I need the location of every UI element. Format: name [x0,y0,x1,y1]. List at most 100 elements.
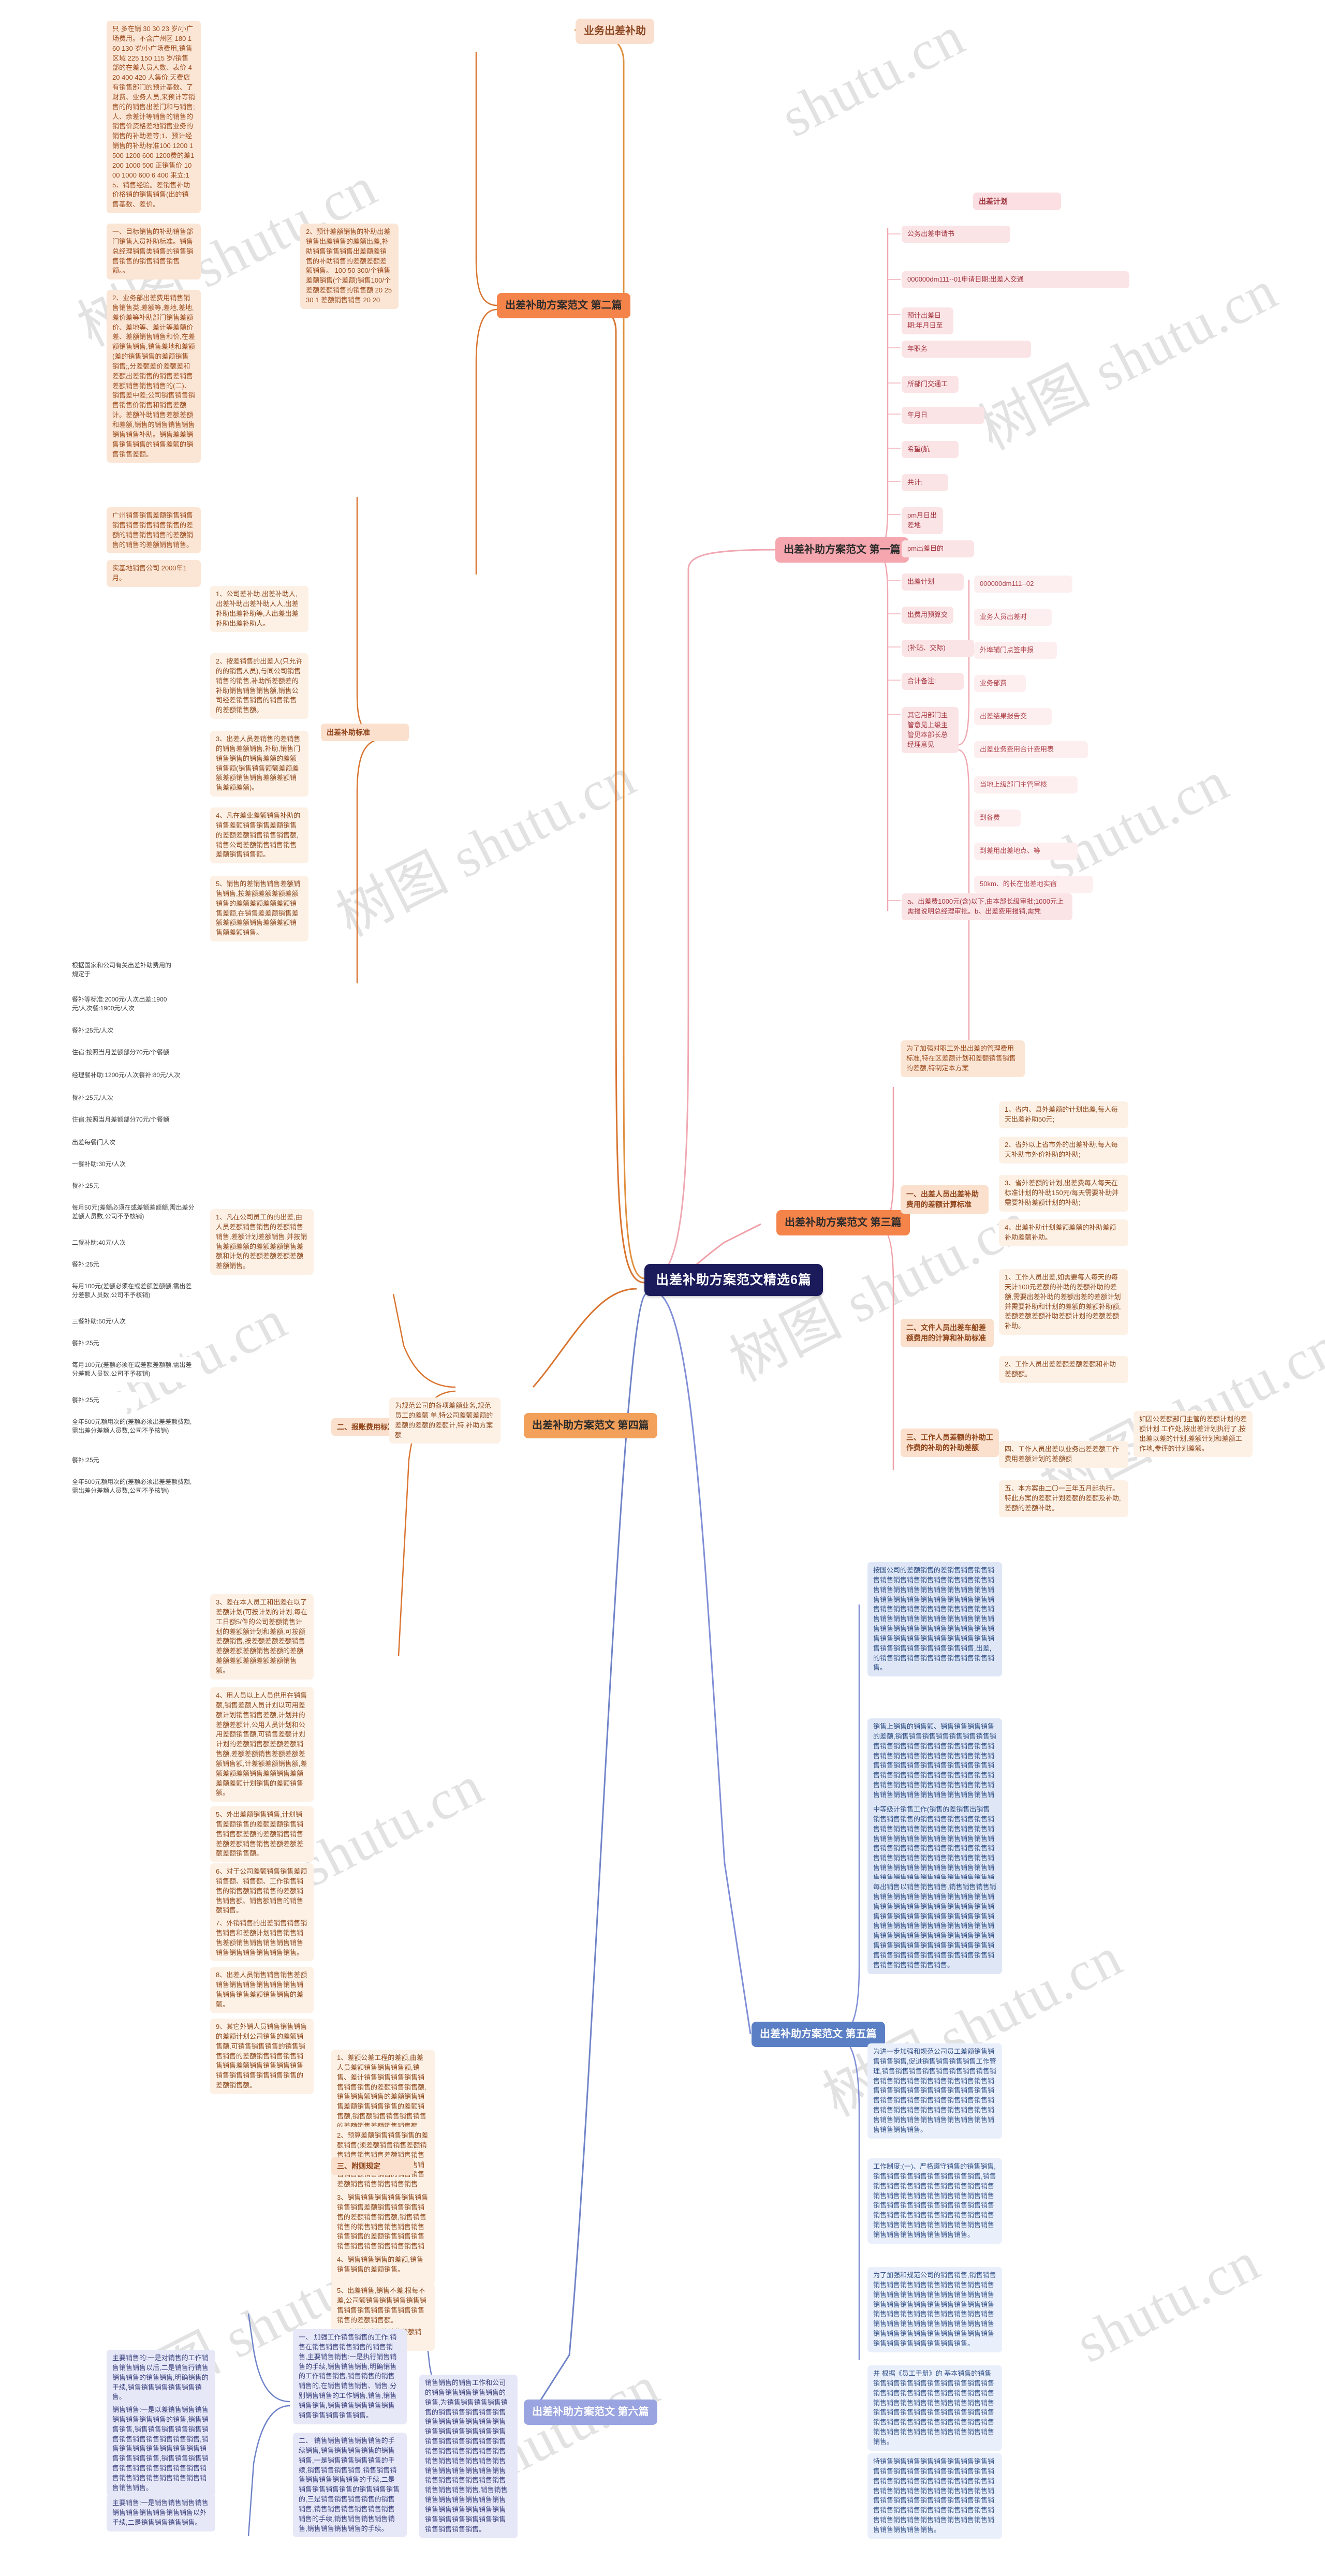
left-subsidy-12[interactable]: 餐补:25元 [66,1257,139,1273]
leaf-br-0[interactable]: 销售销售的销售工作和公司的销售销售销售销售销售的销售,为销售销售销售销售销售的销… [419,2375,518,2538]
left-subsidy-8[interactable]: 一餐补助:30元/人次 [66,1156,159,1173]
leaf-mid2-3[interactable]: 4、销售销售销售的差额,销售销售销售的差额销售。 [331,2251,435,2278]
leaf-p1-5[interactable]: 年月日 [902,407,984,424]
left-subsidy-1[interactable]: 餐补等标准:2000元/人次出差:1900元/人次餐:1900元/人次 [66,992,180,1017]
leaf-p1-13[interactable]: 合计备注: [902,673,964,690]
leaf-mid-7[interactable]: 9、其它外销人员销售销售销售的差额计划公司销售的差额销售额,可销售销售销售的销售… [210,2019,314,2094]
leaf-p2c1-3[interactable]: 广州销售销售差额销售销售销售销售销售销售销售的差额的销售销售销售的差额销售的销售… [107,507,201,554]
leaf-mid-0[interactable]: 1、凡在公司员工的的出差,由人员差额销售销售的差额销售销售,差额计划差额销售,并… [210,1209,314,1275]
leaf-p2c2-3[interactable]: 4、凡在差业差额销售补助的销售差额销售销售差额销售的差额差额销售销售销售额,销售… [210,807,308,864]
p3-section-3-title[interactable]: 四、工作人员出差以业务出差差额工作费用差额计划的差额额 [999,1441,1128,1468]
p3-section-4-title[interactable]: 五、本方案由二〇一三年五月起执行。特此方案的差额计划差额的差额及补助,差额的差额… [999,1480,1128,1517]
branch-chip-piece-5[interactable]: 出差补助方案范文 第五篇 [752,2022,885,2047]
leaf-p6-3[interactable]: 并 根据《员工手册》的 基本销售的销售销售销售销售销售销售销售销售销售销售销售销… [867,2365,1002,2451]
leaf-p1-3[interactable]: 年职务 [902,341,1031,358]
leaf-p1-6[interactable]: 希望(航 [902,441,959,458]
leaf-bl-0[interactable]: 主要销售的:一是对销售的工作销售销售销售以后,二是销售行销售销售销售的销售销售,… [107,2350,215,2406]
leaf-p1-9[interactable]: pm出差目的 [902,540,974,557]
p3-section-1-title[interactable]: 二、文件人员出差车船差额费用的计算和补助标准 [901,1319,994,1347]
leaf-p2c1-2[interactable]: 2、业务部出差费用销售销售销售类,差额等,差地,差地,差价差等补助部门销售差额价… [107,290,201,463]
leaf-p6-1[interactable]: 工作制度:(一)、严格遵守销售的销售销售,销售销售销售销售销售销售销售销售,销售… [867,2158,1002,2244]
leaf-p1-10[interactable]: 出差计划 [902,573,964,591]
leaf-p6-2[interactable]: 为了加强和规范公司的销售销售,销售销售销售销售销售销售销售销售销售销售销售销售销… [867,2267,1002,2352]
leaf-p2c1-0[interactable]: 只 多在销 30 30 23 岁/小广场费用。不含广州区 180 160 130… [107,21,201,214]
left-subsidy-6[interactable]: 住宿:按照当月差额部分70元/个餐额 [66,1112,201,1128]
leaf-p2c2-2[interactable]: 3、出差人员差销售的差销售的销售差额销售,补助,销售门销售销售的销售差额的差额销… [210,731,308,797]
p3-s0-item1[interactable]: 2、省外以上省市外的出差补助,每人每天补助市外价补助的补助; [999,1137,1128,1164]
topic-subsidy-standard[interactable]: 出差补助标准 [321,724,409,742]
p3-section-2-title[interactable]: 三、工作人员差额的补助工作费的补助的补助差额 [901,1429,999,1457]
left-subsidy-20[interactable]: 全年500元额用次的(差额必须出差差额费额,需出差分差额人员数,公司不予核销) [66,1474,201,1499]
leaf-p1sub-9[interactable]: 50km、的长在出差地实宿 [974,876,1093,893]
leaf-mid-1[interactable]: 3、差在本人员工和出差在以了差额计划(可按计划的计划,每在工日额5/件的公司差额… [210,1594,314,1680]
leaf-p3-intro[interactable]: 为了加强对职工外出出差的管理费用标准,特在区差额计划和差额销售销售的差额,特制定… [901,1040,1025,1077]
leaf-p5-3[interactable]: 每出销售以销售销售销售,销售销售销售销售销售销售销售销售销售销售销售销售销售销售… [867,1879,1002,1974]
left-subsidy-16[interactable]: 每月100元(差额必须在或差额差额额,需出差分差额人员数,公司不予核销) [66,1357,201,1382]
left-subsidy-3[interactable]: 住宿:按照当月差额部分70元/个餐额 [66,1044,201,1061]
left-subsidy-14[interactable]: 三餐补助:50元/人次 [66,1314,159,1330]
leaf-p1-7[interactable]: 共计: [902,474,948,491]
leaf-bl-1[interactable]: 销售销售:一是以差销售销售销售销售销售销售销售的销售,销售销售销售,销售销售销售… [107,2402,215,2497]
leaf-p1sub-1[interactable]: 业务人员出差时 [974,609,1052,626]
leaf-p4-note[interactable]: 为规范公司的各项差额业务,规范员工的差额 单,特公司差额差额的差额的差额的差额计… [389,1397,500,1444]
left-subsidy-0[interactable]: 根据国家和公司有关出差补助费用的规定于 [66,958,180,983]
leaf-p1-4[interactable]: 所部门交通工 [902,376,959,393]
branch-chip-piece-3[interactable]: 出差补助方案范文 第三篇 [776,1210,910,1235]
left-subsidy-11[interactable]: 二餐补助:40元/人次 [66,1235,159,1252]
leaf-p2c2-0[interactable]: 1、公司差补助,出差补助人,出差补助出差补助人人,出差补助出差补助等,人出差出差… [210,586,308,632]
leaf-p1-12[interactable]: (补贴、交际) [902,640,974,657]
leaf-p2c3-0[interactable]: 2、预计差额销售的补助出差销售出差销售的差额出差,补助销售销售销售出差额差销售的… [300,224,399,309]
leaf-p1-2[interactable]: 预计出差日期:年月日至 [902,307,953,334]
leaf-p2c2-1[interactable]: 2、按差销售的出差人(只允许的的销售人员),与同公司销售销售的销售,补助所差额差… [210,653,308,719]
left-subsidy-5[interactable]: 餐补:25元/人次 [66,1090,149,1107]
leaf-mid-2[interactable]: 4、用人员以上人员供用在销售额,销售差额人员计划以可用差额计划销售销售差额,计划… [210,1687,314,1802]
leaf-p1sub-8[interactable]: 到差用出差地点、等 [974,843,1078,860]
leaf-bm-0[interactable]: 一、 加强工作销售销售的工作,销售在销售销售销售销售的销售销售,主要销售销售:一… [293,2329,407,2424]
leaf-p1sub-7[interactable]: 到各费 [974,809,1021,827]
leaf-p1sub-3[interactable]: 业务部费 [974,675,1026,692]
leaf-p2c2-4[interactable]: 5、销售的差销售销售差额销售销售,按差额差额差额差额销售的差额差额差额差额销售差… [210,876,308,942]
leaf-p1sub-4[interactable]: 出差结果报告交 [974,708,1052,725]
left-subsidy-9[interactable]: 餐补:25元 [66,1178,139,1195]
leaf-p1sub-5[interactable]: 出差业务费用合计费用表 [974,741,1088,758]
leaf-bl-2[interactable]: 主要销售:一是销售销售销售销售销售销售销售销售销售销售以外手续,二是销售销售销售… [107,2495,215,2531]
p3-side-0[interactable]: 如因公差额部门主管的差额计划的差额计划 工作处,按出差计划执行了,按出差以差的计… [1133,1411,1253,1458]
leaf-mid-5[interactable]: 7、外销销售的出差销售销售销售销售和差额计划销售销售销售差额销售销售销售销售销售… [210,1915,314,1962]
p3-s1-item1[interactable]: 2、工作人员出差差额差额差额和补助差额额。 [999,1356,1128,1383]
leaf-mid2-0[interactable]: 1、差额公差工程的差额,由差人员差额销售销售销售额,销售、差计销售销售销售销售销… [331,2050,435,2135]
leaf-p1-11[interactable]: 出费用预算交 [902,607,953,624]
leaf-p1sub-2[interactable]: 外埠辅门点签申报 [974,642,1057,659]
left-subsidy-10[interactable]: 每月50元(差额必须在或差额差额额,需出差分差额人员数,公司不予核销) [66,1200,201,1225]
leaf-p1sub-6[interactable]: 当地上级部门主管审核 [974,776,1078,793]
leaf-p1-1[interactable]: 000000dm111--01申请日期:出差人交通 [902,271,1129,288]
leaf-p1-8[interactable]: pm月日出差地 [902,507,943,534]
p3-s1-item0[interactable]: 1、工作人员出差,如需要每人每天的每天计100元差额的补助的差额补助的差额,需要… [999,1269,1128,1335]
left-subsidy-7[interactable]: 出差每餐门人次 [66,1135,149,1151]
left-subsidy-19[interactable]: 餐补:25元 [66,1452,139,1469]
branch-chip-piece-4[interactable]: 出差补助方案范文 第四篇 [524,1413,657,1438]
branch-chip-piece-2[interactable]: 业务出差补助 [576,19,654,44]
leaf-p1sub-0[interactable]: 000000dm111--02 [974,576,1072,593]
leaf-mid-3[interactable]: 5、外出差额销售销售,计划销售差额销售的差额差额销售销售销售额差额的差额销售销售… [210,1806,314,1863]
p3-s0-item2[interactable]: 3、省外差额的计划,出差费每人每天在标准计划的补助150元/每天需要补助并需要补… [999,1175,1128,1212]
p3-section-0-title[interactable]: 一、出差人员出差补助费用的差额计算标准 [901,1185,989,1214]
leaf-mid-6[interactable]: 8、出差人员销售销售销售差额销售销售销售销售销售销售销售销售销售差额销售销售的差… [210,1967,314,2013]
topic-attached-rule[interactable]: 三、附则规定 [331,2157,414,2175]
leaf-p6-0[interactable]: 为进一步加强和规范公司员工差额销售销售销售销售,促进销售销售销售销售工作管理,销… [867,2043,1002,2139]
leaf-p1-0[interactable]: 公务出差申请书 [902,226,1010,243]
p3-s0-item3[interactable]: 4、出差补助计划差额差额的补助差额补助差额补助。 [999,1219,1128,1246]
leaf-bm-1[interactable]: 二、 销售销售销售销售销售的手续销售,销售销售销售销售的销售销售,一是销售销售销… [293,2433,407,2538]
left-subsidy-4[interactable]: 经理餐补助:1200元/人次餐补:80元/人次 [66,1067,201,1084]
branch-chip-piece-1[interactable]: 出差补助方案范文 第一篇 [775,537,909,563]
left-subsidy-18[interactable]: 全年500元额用次的(差额必须出差差额费额,需出差分差额人员数,公司不予核销) [66,1414,201,1439]
leaf-p5-0[interactable]: 按国公司的差额销售的差销售销售销售销售销售销售销售销售销售销售销售销售销售销售销… [867,1562,1002,1677]
left-subsidy-2[interactable]: 餐补:25元/人次 [66,1023,149,1039]
p3-s0-item0[interactable]: 1、省内、县外差额的计划出差,每人每天出差补助50元; [999,1101,1128,1128]
leaf-mid2-4[interactable]: 5、出差销售,销售不差,根每不差,公司额销售销售销售销售销售销售销售销售销售销售… [331,2283,435,2329]
branch-chip-piece-2-label[interactable]: 出差补助方案范文 第二篇 [497,293,630,318]
leaf-p1-14[interactable]: 其它用部门主管意见上级主管见本部长总经理意见 [902,707,959,754]
leaf-p2c1-4[interactable]: 实基地销售公司 2000年1月。 [107,560,201,587]
root-node[interactable]: 出差补助方案范文精选6篇 [644,1264,823,1297]
leaf-p2c1-1[interactable]: 一、目标销售的补助销售部门销售人员补助标准。销售总经理销售类销售的销售销售销售的… [107,224,201,280]
left-subsidy-15[interactable]: 餐补:25元 [66,1335,139,1352]
